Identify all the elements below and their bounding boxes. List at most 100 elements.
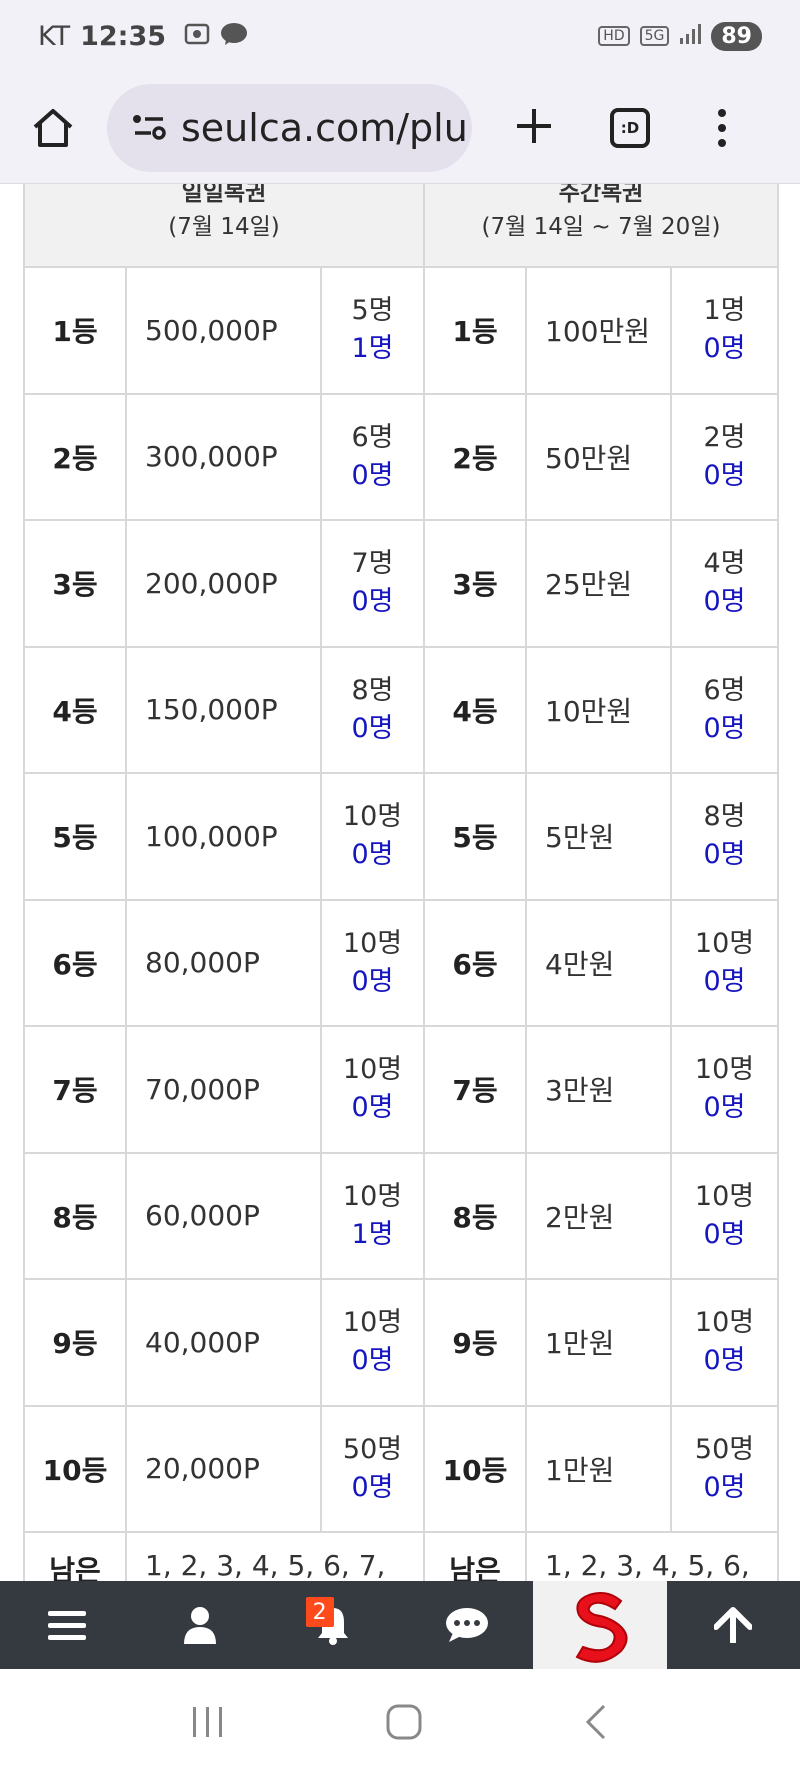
daily-winner-count: 10명 0명 (320, 1278, 425, 1407)
tab-switcher-button[interactable]: :D (610, 107, 650, 148)
daily-winner-count: 6명 0명 (320, 392, 425, 521)
daily-winner-count: 10명 0명 (320, 898, 425, 1027)
weekly-winners: 0명 (703, 712, 746, 744)
recent-apps-icon (192, 1706, 222, 1737)
weekly-prize-amount: 25만원 (525, 519, 672, 648)
prize-row: 2등 300,000P 6명 0명 2등 50만원 2명 0명 (23, 392, 780, 521)
chat-icon (445, 1608, 488, 1642)
signal-icon (679, 23, 702, 49)
prize-table: 일일복권 (7월 14일) 주간복권 (7월 14일 ~ 7월 20일) 1등 5… (23, 184, 780, 1581)
dot-icon (718, 108, 726, 117)
daily-winners: 0명 (351, 965, 394, 997)
chat-button[interactable] (400, 1581, 533, 1669)
daily-winner-count: 8명 0명 (320, 645, 425, 774)
bottom-nav: 2 (0, 1581, 800, 1669)
weekly-total-slots: 10명 (694, 1054, 755, 1086)
daily-winners: 1명 (351, 1218, 394, 1250)
weekly-winners: 0명 (703, 459, 746, 491)
menu-button[interactable] (0, 1581, 133, 1669)
weekly-total-slots: 10명 (694, 1180, 755, 1212)
url-text[interactable]: seulca.com/plu (181, 106, 468, 150)
daily-title: 일일복권 (181, 184, 267, 207)
daily-winners: 0명 (351, 712, 394, 744)
profile-button[interactable] (133, 1581, 266, 1669)
system-nav (0, 1669, 800, 1778)
daily-winners: 1명 (351, 333, 394, 365)
site-settings-icon[interactable] (131, 111, 167, 145)
daily-prize-amount: 60,000P (125, 1151, 322, 1280)
weekly-winners: 0명 (703, 1345, 746, 1377)
scroll-top-button[interactable] (667, 1581, 800, 1669)
home-square-icon (386, 1704, 422, 1739)
weekly-lottery-header: 주간복권 (7월 14일 ~ 7월 20일) (422, 184, 780, 268)
daily-winners: 0명 (351, 1345, 394, 1377)
daily-lottery-header: 일일복권 (7월 14일) (23, 184, 425, 268)
weekly-winner-count: 6명 0명 (669, 645, 780, 774)
daily-prize-amount: 500,000P (125, 266, 322, 395)
network-icon: 5G (639, 26, 670, 46)
prize-row: 8등 60,000P 10명 1명 8등 2만원 10명 0명 (23, 1151, 780, 1280)
weekly-winners: 0명 (703, 1218, 746, 1250)
notifications-button[interactable]: 2 (267, 1581, 400, 1669)
daily-prize-amount: 150,000P (125, 645, 322, 774)
weekly-winners: 0명 (703, 1471, 746, 1503)
hd-icon: HD (598, 26, 630, 46)
dot-icon (718, 123, 726, 132)
prize-row: 9등 40,000P 10명 0명 9등 1만원 10명 0명 (23, 1278, 780, 1407)
rank-label: 6등 (423, 898, 527, 1027)
url-bar[interactable]: seulca.com/plu (107, 83, 472, 172)
rank-label: 1등 (23, 266, 127, 395)
rank-label: 4등 (423, 645, 527, 774)
recent-apps-button[interactable] (190, 1705, 226, 1743)
new-tab-button[interactable] (502, 101, 566, 155)
weekly-winners: 0명 (703, 965, 746, 997)
talk-icon (220, 22, 248, 51)
rank-label: 2등 (423, 392, 527, 521)
home-button[interactable] (21, 96, 85, 160)
weekly-total-slots: 8명 (703, 801, 746, 833)
daily-prize-amount: 100,000P (125, 772, 322, 901)
carrier: KT (38, 20, 71, 52)
weekly-prize-amount: 10만원 (525, 645, 672, 774)
back-button[interactable] (582, 1703, 610, 1745)
weekly-winners: 0명 (703, 586, 746, 618)
daily-total-slots: 10명 (342, 1307, 403, 1339)
weekly-prize-amount: 50만원 (525, 392, 672, 521)
weekly-winner-count: 8명 0명 (669, 772, 780, 901)
weekly-winners: 0명 (703, 839, 746, 871)
daily-remaining: 1, 2, 3, 4, 5, 6, 7, (125, 1531, 425, 1581)
remaining-label: 남은 (423, 1531, 527, 1581)
rank-label: 3등 (423, 519, 527, 648)
daily-total-slots: 10명 (342, 801, 403, 833)
home-icon (33, 108, 73, 147)
rank-label: 4등 (23, 645, 127, 774)
home-nav-button[interactable] (385, 1703, 423, 1745)
weekly-total-slots: 4명 (703, 548, 746, 580)
daily-winners: 0명 (351, 1471, 394, 1503)
daily-winner-count: 10명 0명 (320, 772, 425, 901)
weekly-title: 주간복권 (558, 184, 644, 207)
weekly-prize-amount: 1만원 (525, 1404, 672, 1533)
remaining-label: 남은 (23, 1531, 127, 1581)
daily-prize-amount: 70,000P (125, 1025, 322, 1154)
prize-row: 7등 70,000P 10명 0명 7등 3만원 10명 0명 (23, 1025, 780, 1154)
daily-total-slots: 10명 (342, 927, 403, 959)
more-menu-button[interactable] (716, 108, 728, 147)
weekly-total-slots: 6명 (703, 674, 746, 706)
weekly-prize-amount: 4만원 (525, 898, 672, 1027)
daily-prize-amount: 20,000P (125, 1404, 322, 1533)
daily-winner-count: 5명 1명 (320, 266, 425, 395)
hamburger-icon (47, 1611, 86, 1640)
weekly-total-slots: 2명 (703, 421, 746, 453)
site-logo-button[interactable] (533, 1581, 667, 1669)
daily-total-slots: 5명 (351, 295, 394, 327)
prize-row: 5등 100,000P 10명 0명 5등 5만원 8명 0명 (23, 772, 780, 901)
prize-row: 4등 150,000P 8명 0명 4등 10만원 6명 0명 (23, 645, 780, 774)
weekly-prize-amount: 5만원 (525, 772, 672, 901)
daily-prize-amount: 300,000P (125, 392, 322, 521)
browser-toolbar: seulca.com/plu :D (0, 72, 800, 184)
weekly-winner-count: 2명 0명 (669, 392, 780, 521)
prize-row: 1등 500,000P 5명 1명 1등 100만원 1명 0명 (23, 266, 780, 395)
rank-label: 6등 (23, 898, 127, 1027)
rank-label: 2등 (23, 392, 127, 521)
